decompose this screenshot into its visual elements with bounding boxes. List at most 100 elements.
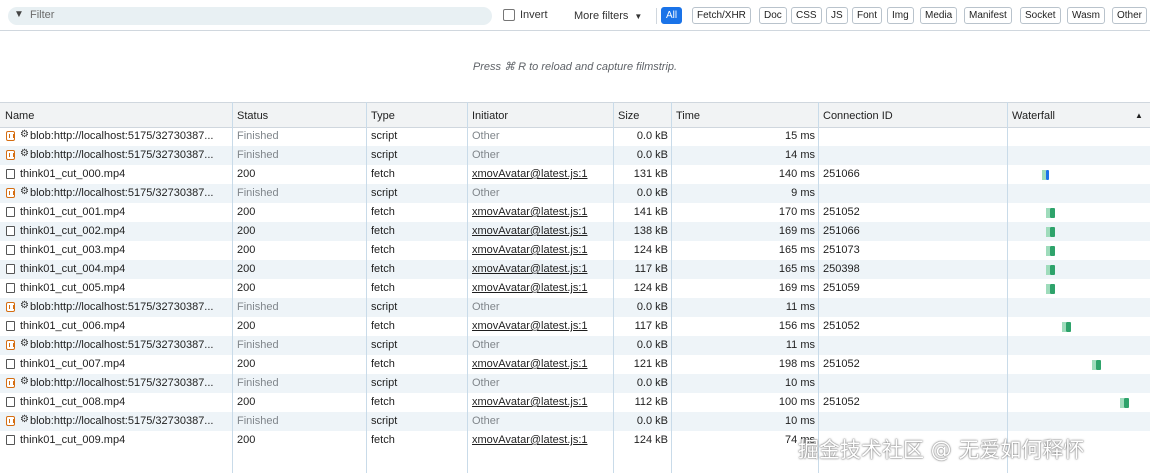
filter-chip-js[interactable]: JS [826,7,848,24]
cell-status: 200 [237,434,256,446]
table-row[interactable]: think01_cut_006.mp4 200 fetch xmovAvatar@la… [0,317,1150,336]
cell-initiator[interactable]: xmovAvatar@latest.js:1 [472,168,610,180]
filter-chip-fetch-xhr[interactable]: Fetch/XHR [692,7,751,24]
table-row[interactable]: think01_cut_003.mp4 200 fetch xmovAvatar@la… [0,241,1150,260]
cell-name[interactable]: think01_cut_002.mp4 [20,225,228,237]
cell-name[interactable]: blob:http://localhost:5175/32730387... [30,301,228,313]
filter-chip-socket[interactable]: Socket [1020,7,1061,24]
cell-size: 124 kB [633,434,668,446]
column-time[interactable]: Time [676,110,700,122]
column-initiator[interactable]: Initiator [472,110,508,122]
cell-type: script [371,301,398,313]
column-type[interactable]: Type [371,110,395,122]
filter-input[interactable] [8,7,492,25]
filter-chip-media[interactable]: Media [920,7,958,24]
column-waterfall[interactable]: Waterfall [1012,110,1055,122]
cell-status: Finished [237,377,279,389]
cell-name[interactable]: think01_cut_000.mp4 [20,168,228,180]
document-icon [6,169,15,179]
table-row[interactable]: ⚙ blob:http://localhost:5175/32730387... F… [0,146,1150,165]
table-row[interactable]: ⚙ blob:http://localhost:5175/32730387... F… [0,336,1150,355]
cell-name[interactable]: think01_cut_008.mp4 [20,396,228,408]
checkbox-box[interactable] [503,9,515,21]
table-row[interactable]: ⚙ blob:http://localhost:5175/32730387... F… [0,184,1150,203]
cell-initiator[interactable]: xmovAvatar@latest.js:1 [472,206,610,218]
gear-icon: ⚙ [20,148,29,159]
cell-name[interactable]: think01_cut_001.mp4 [20,206,228,218]
table-row[interactable]: ⚙ blob:http://localhost:5175/32730387... F… [0,127,1150,146]
table-row[interactable]: think01_cut_000.mp4 200 fetch xmovAvatar@la… [0,165,1150,184]
filter-chip-manifest[interactable]: Manifest [964,7,1012,24]
column-size[interactable]: Size [618,110,639,122]
document-icon [6,226,15,236]
waterfall-bar [1050,246,1055,256]
cell-name[interactable]: think01_cut_006.mp4 [20,320,228,332]
cell-initiator: Other [472,187,500,199]
cell-size: 0.0 kB [636,130,668,142]
cell-initiator[interactable]: xmovAvatar@latest.js:1 [472,282,610,294]
cell-name[interactable]: think01_cut_009.mp4 [20,434,228,446]
filter-chip-all[interactable]: All [661,7,683,24]
more-filters-dropdown[interactable]: More filters ▼ [574,10,642,22]
column-name[interactable]: Name [5,110,34,122]
filter-chip-img[interactable]: Img [887,7,914,24]
cell-size: 124 kB [633,282,668,294]
filter-chip-doc[interactable]: Doc [759,7,787,24]
cell-type: script [371,130,398,142]
sort-ascending-icon[interactable]: ▲ [1135,111,1143,120]
table-row[interactable]: ⚙ blob:http://localhost:5175/32730387... F… [0,412,1150,431]
column-divider[interactable] [467,102,468,473]
column-divider[interactable] [232,102,233,473]
cell-name[interactable]: think01_cut_007.mp4 [20,358,228,370]
table-header: Name Status Type Initiator Size Time Con… [0,102,1150,128]
cell-status: Finished [237,149,279,161]
column-divider[interactable] [366,102,367,473]
filter-chip-wasm[interactable]: Wasm [1067,7,1105,24]
table-row[interactable]: think01_cut_002.mp4 200 fetch xmovAvatar@la… [0,222,1150,241]
column-divider[interactable] [1007,102,1008,473]
table-row[interactable]: ⚙ blob:http://localhost:5175/32730387... F… [0,298,1150,317]
cell-name[interactable]: blob:http://localhost:5175/32730387... [30,149,228,161]
cell-initiator[interactable]: xmovAvatar@latest.js:1 [472,396,610,408]
table-row[interactable]: think01_cut_005.mp4 200 fetch xmovAvatar@la… [0,279,1150,298]
cell-size: 0.0 kB [636,149,668,161]
column-divider[interactable] [613,102,614,473]
invert-checkbox[interactable]: Invert [503,9,548,21]
cell-name[interactable]: blob:http://localhost:5175/32730387... [30,377,228,389]
cell-time: 140 ms [778,168,815,180]
table-row[interactable]: think01_cut_001.mp4 200 fetch xmovAvatar@la… [0,203,1150,222]
filter-chip-css[interactable]: CSS [791,7,822,24]
cell-status: Finished [237,339,279,351]
cell-type: script [371,415,398,427]
cell-name[interactable]: think01_cut_005.mp4 [20,282,228,294]
cell-time: 9 ms [791,187,815,199]
cell-time: 165 ms [778,263,815,275]
script-file-icon [6,416,15,426]
cell-initiator[interactable]: xmovAvatar@latest.js:1 [472,263,610,275]
cell-initiator[interactable]: xmovAvatar@latest.js:1 [472,434,610,446]
cell-name[interactable]: blob:http://localhost:5175/32730387... [30,187,228,199]
table-row[interactable]: think01_cut_004.mp4 200 fetch xmovAvatar@la… [0,260,1150,279]
column-connection-id[interactable]: Connection ID [823,110,893,122]
cell-initiator[interactable]: xmovAvatar@latest.js:1 [472,244,610,256]
filter-chip-font[interactable]: Font [852,7,883,24]
invert-label: Invert [520,9,548,21]
column-divider[interactable] [818,102,819,473]
cell-name[interactable]: blob:http://localhost:5175/32730387... [30,339,228,351]
cell-time: 11 ms [785,339,815,351]
cell-initiator[interactable]: xmovAvatar@latest.js:1 [472,358,610,370]
column-status[interactable]: Status [237,110,268,122]
cell-name[interactable]: think01_cut_004.mp4 [20,263,228,275]
cell-initiator[interactable]: xmovAvatar@latest.js:1 [472,225,610,237]
table-row[interactable]: think01_cut_008.mp4 200 fetch xmovAvatar@la… [0,393,1150,412]
filter-chip-other[interactable]: Other [1112,7,1148,24]
waterfall-bar [1050,208,1055,218]
column-divider[interactable] [671,102,672,473]
cell-name[interactable]: think01_cut_003.mp4 [20,244,228,256]
cell-name[interactable]: blob:http://localhost:5175/32730387... [30,415,228,427]
cell-name[interactable]: blob:http://localhost:5175/32730387... [30,130,228,142]
table-row[interactable]: ⚙ blob:http://localhost:5175/32730387... F… [0,374,1150,393]
table-row[interactable]: think01_cut_007.mp4 200 fetch xmovAvatar@la… [0,355,1150,374]
cell-initiator[interactable]: xmovAvatar@latest.js:1 [472,320,610,332]
cell-size: 0.0 kB [636,301,668,313]
